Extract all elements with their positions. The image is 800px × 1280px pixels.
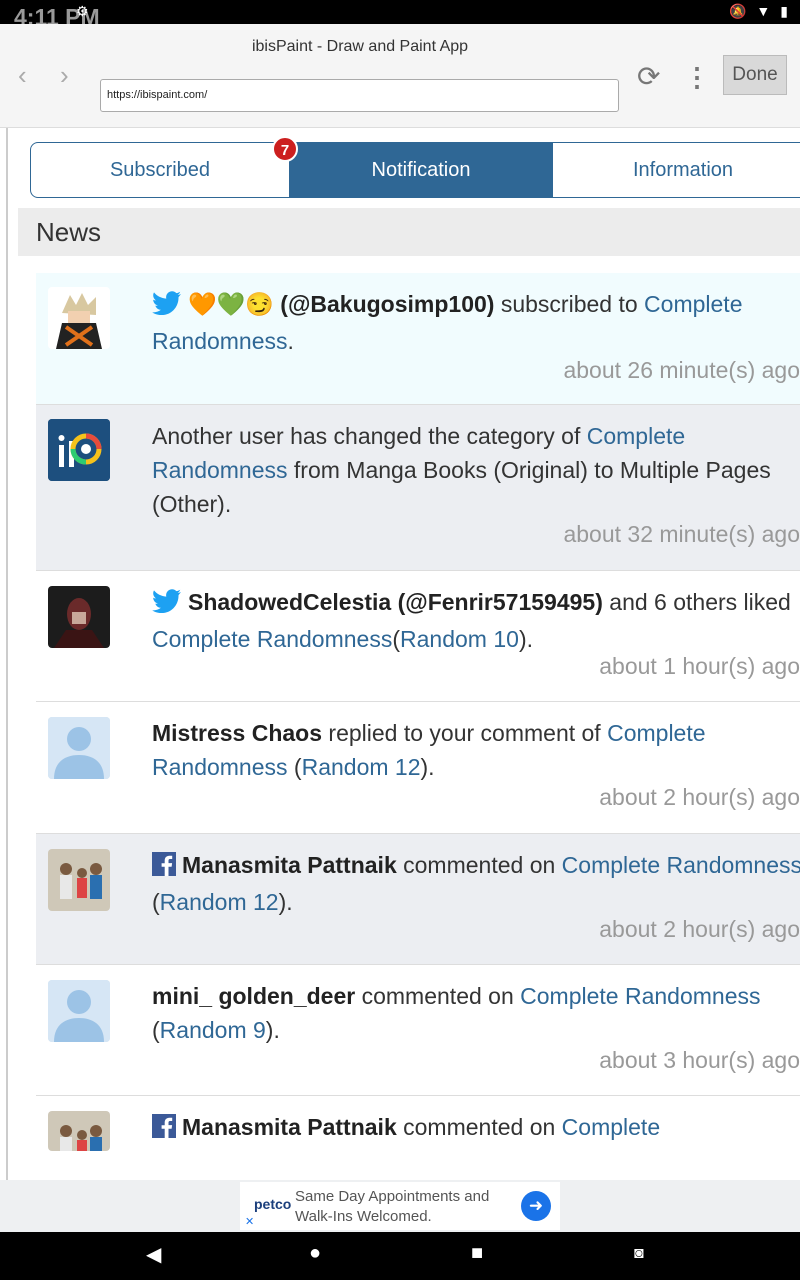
tail-text: ). <box>420 754 435 780</box>
user-name[interactable]: Mistress Chaos <box>152 720 322 746</box>
list-item[interactable]: Mistress Chaos replied to your comment o… <box>36 702 800 834</box>
ad-card[interactable]: petco Same Day Appointments and Walk-Ins… <box>240 1182 560 1230</box>
tab-bar: Subscribed Notification Information <box>30 142 800 198</box>
news-feed: 🧡💚😏 (@Bakugosimp100) subscribed to Compl… <box>36 273 800 1166</box>
done-button[interactable]: Done <box>723 55 787 95</box>
browser-toolbar: ibisPaint - Draw and Paint App ‹ › https… <box>0 24 800 128</box>
timestamp: about 1 hour(s) ago <box>599 653 800 679</box>
notification-text: Another user has changed the category of… <box>152 419 800 521</box>
user-name[interactable]: mini_ golden_deer <box>152 983 355 1009</box>
notification-text: ShadowedCelestia (@Fenrir57159495) and 6… <box>152 585 800 656</box>
screenshot-icon[interactable]: ◙ <box>634 1245 644 1263</box>
notification-text: mini_ golden_deer commented on Complete … <box>152 979 800 1047</box>
artwork-link[interactable]: Complete Randomness <box>562 852 800 878</box>
notification-count-badge: 7 <box>272 136 298 162</box>
action-text: and 6 others liked <box>602 589 791 615</box>
url-field[interactable]: https://ibispaint.com/ <box>100 79 619 112</box>
timestamp: about 3 hour(s) ago <box>599 1047 800 1073</box>
user-avatar[interactable] <box>48 586 110 648</box>
notification-text: 🧡💚😏 (@Bakugosimp100) subscribed to Compl… <box>152 287 800 358</box>
list-item[interactable]: 🧡💚😏 (@Bakugosimp100) subscribed to Compl… <box>36 273 800 405</box>
paren-text: ( <box>287 754 302 780</box>
user-name[interactable]: Manasmita Pattnaik <box>182 852 397 878</box>
home-nav-icon[interactable]: ● <box>309 1242 321 1265</box>
mute-icon: 🔕 <box>728 3 747 19</box>
tail-text: ). <box>265 1017 280 1043</box>
paren-text: ( <box>152 889 160 915</box>
notification-text: Manasmita Pattnaik commented on Complete <box>152 1110 800 1147</box>
back-icon[interactable]: ‹ <box>18 60 27 91</box>
news-header: News <box>18 208 800 256</box>
paren-text: ( <box>392 626 401 652</box>
default-user-avatar[interactable] <box>48 717 110 779</box>
user-name[interactable]: 🧡💚😏 (@Bakugosimp100) <box>188 291 494 317</box>
page-link[interactable]: Random 10 <box>400 626 519 652</box>
ad-banner: petco Same Day Appointments and Walk-Ins… <box>0 1180 800 1232</box>
recents-nav-icon[interactable]: ■ <box>471 1242 483 1265</box>
list-item[interactable]: mini_ golden_deer commented on Complete … <box>36 965 800 1096</box>
twitter-icon <box>152 290 182 324</box>
action-text: Another user has changed the category of <box>152 423 587 449</box>
ad-line-1: Same Day Appointments and <box>295 1188 490 1205</box>
default-user-avatar[interactable] <box>48 980 110 1042</box>
timestamp: about 32 minute(s) ago <box>563 521 800 547</box>
list-item[interactable]: Another user has changed the category of… <box>36 405 800 571</box>
user-avatar[interactable] <box>48 849 110 911</box>
ad-text: Same Day Appointments and Walk-Ins Welco… <box>295 1187 489 1227</box>
action-text: commented on <box>355 983 521 1009</box>
page-link[interactable]: Random 12 <box>302 754 421 780</box>
action-text: replied to your comment of <box>322 720 608 746</box>
tab-information[interactable]: Information <box>552 142 800 198</box>
ad-line-2: Walk-Ins Welcomed. <box>295 1208 432 1225</box>
page-link[interactable]: Random 12 <box>160 889 279 915</box>
tail-text: ). <box>518 626 533 652</box>
user-name[interactable]: ShadowedCelestia (@Fenrir57159495) <box>188 589 603 615</box>
action-text: commented on <box>396 852 562 878</box>
user-avatar[interactable] <box>48 287 110 349</box>
list-item[interactable]: ShadowedCelestia (@Fenrir57159495) and 6… <box>36 571 800 702</box>
reload-icon[interactable]: ⟳ <box>637 60 660 93</box>
page-title: ibisPaint - Draw and Paint App <box>251 38 469 55</box>
notification-text: Mistress Chaos replied to your comment o… <box>152 716 800 784</box>
tail-text: ). <box>278 889 293 915</box>
tab-subscribed[interactable]: Subscribed <box>30 142 290 198</box>
facebook-icon <box>152 851 176 885</box>
status-bar: 4:11 PM ⚙ 🔕 ▼ ▮ <box>0 0 800 30</box>
status-icons: 🔕 ▼ ▮ <box>729 3 788 20</box>
web-content: Subscribed Notification Information 7 Ne… <box>6 128 800 1180</box>
ibispaint-logo-avatar[interactable] <box>48 419 110 481</box>
tail-text: . <box>287 328 294 354</box>
paren-text: ( <box>152 1017 160 1043</box>
user-name[interactable]: Manasmita Pattnaik <box>182 1114 397 1140</box>
more-options-icon[interactable]: ⋮ <box>684 62 710 93</box>
directions-icon[interactable]: ➜ <box>521 1191 551 1221</box>
notification-text: Manasmita Pattnaik commented on Complete… <box>152 848 800 919</box>
page-link[interactable]: Random 9 <box>160 1017 266 1043</box>
timestamp: about 2 hour(s) ago <box>599 784 800 810</box>
timestamp: about 2 hour(s) ago <box>599 916 800 942</box>
twitter-icon <box>152 588 182 622</box>
artwork-link[interactable]: Complete Randomness <box>520 983 760 1009</box>
list-item[interactable]: Manasmita Pattnaik commented on Complete… <box>36 834 800 965</box>
facebook-icon <box>152 1113 176 1147</box>
wifi-icon: ▼ <box>756 3 771 19</box>
notification-icon: ⚙ <box>76 3 89 19</box>
artwork-link[interactable]: Complete <box>562 1114 660 1140</box>
system-nav-bar: ◀ ● ■ ◙ <box>0 1232 800 1280</box>
timestamp: about 26 minute(s) ago <box>563 357 800 383</box>
action-text: subscribed to <box>494 291 645 317</box>
action-text: commented on <box>396 1114 562 1140</box>
user-avatar[interactable] <box>48 1111 110 1151</box>
artwork-link[interactable]: Complete Randomness <box>152 626 392 652</box>
battery-icon: ▮ <box>780 3 788 19</box>
forward-icon[interactable]: › <box>60 60 69 91</box>
tab-notification[interactable]: Notification <box>290 142 552 198</box>
ad-close-icon[interactable]: ✕ <box>245 1215 254 1228</box>
ad-brand-logo: petco <box>254 1196 292 1212</box>
list-item[interactable]: Manasmita Pattnaik commented on Complete <box>36 1096 800 1166</box>
back-nav-icon[interactable]: ◀ <box>146 1242 161 1267</box>
